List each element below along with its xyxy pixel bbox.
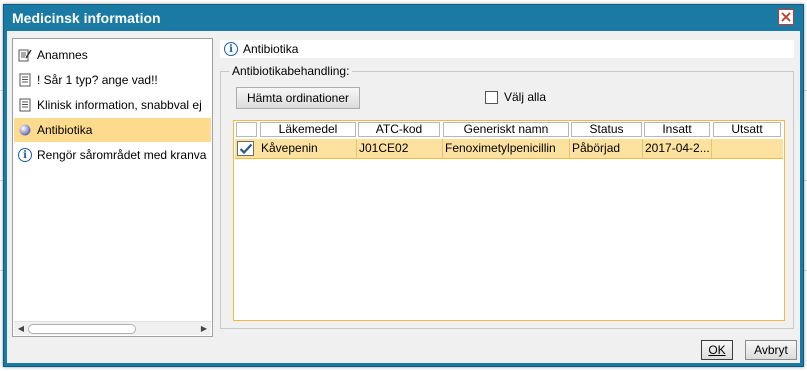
checkbox[interactable]: [485, 90, 498, 104]
window-title: Medicinsk information: [12, 10, 161, 26]
ok-button[interactable]: OK: [701, 340, 733, 360]
close-icon: [781, 12, 791, 22]
horizontal-scrollbar[interactable]: ◀ ▶: [14, 321, 211, 335]
column-header-generic-name[interactable]: Generiskt namn: [443, 122, 569, 137]
scrollbar-thumb[interactable]: [28, 324, 136, 334]
cell-lakemedel: Kåvepenin: [259, 139, 357, 158]
close-button[interactable]: [778, 9, 794, 25]
nav-item-label: Klinisk information, snabbval ej: [37, 98, 202, 112]
column-header-atc[interactable]: ATC-kod: [358, 122, 440, 137]
panel-header: i Antibiotika: [220, 40, 794, 58]
group-label: Antibiotikabehandling:: [229, 64, 353, 78]
document-list-icon: [18, 98, 32, 112]
nav-list: Anamnes ! Sår 1 typ? ange vad!! Klinisk …: [12, 38, 213, 337]
cell-status: Påbörjad: [570, 139, 643, 158]
nav-item-label: Antibiotika: [37, 123, 93, 137]
cell-atc: J01CE02: [357, 139, 443, 158]
cell-insatt: 2017-04-2...: [643, 139, 712, 158]
cell-utsatt: [712, 139, 784, 158]
column-header-status[interactable]: Status: [571, 122, 642, 137]
table-row[interactable]: Kåvepenin J01CE02 Fenoximetylpenicillin …: [235, 139, 783, 159]
column-header-lakemedel[interactable]: Läkemedel: [260, 122, 356, 137]
title-bar: Medicinsk information: [4, 5, 803, 31]
checkmark-icon: [239, 143, 252, 154]
select-all-label: Välj alla: [504, 90, 547, 104]
document-list-icon: [18, 73, 32, 87]
medication-table: Läkemedel ATC-kod Generiskt namn Status …: [233, 120, 785, 321]
dialog-content: Anamnes ! Sår 1 typ? ange vad!! Klinisk …: [7, 31, 800, 363]
nav-item-klinisk-information[interactable]: Klinisk information, snabbval ej: [14, 93, 211, 117]
info-icon: i: [224, 42, 238, 56]
row-checkbox[interactable]: [237, 141, 254, 156]
nav-item-sar[interactable]: ! Sår 1 typ? ange vad!!: [14, 68, 211, 92]
nav-item-label: ! Sår 1 typ? ange vad!!: [37, 73, 158, 87]
column-header-utsatt[interactable]: Utsatt: [713, 122, 781, 137]
sphere-icon: [18, 123, 32, 137]
nav-item-label: Rengör sårområdet med kranva: [37, 148, 207, 162]
nav-item-anamnes[interactable]: Anamnes: [14, 43, 211, 67]
cell-generic-name: Fenoximetylpenicillin: [443, 139, 570, 158]
edit-note-icon: [18, 48, 32, 62]
column-header-insatt[interactable]: Insatt: [644, 122, 710, 137]
dialog-window: Medicinsk information Anamnes ! Sår 1 ty…: [3, 4, 804, 367]
ok-button-label: OK: [708, 343, 726, 357]
select-all-checkbox[interactable]: Välj alla: [485, 90, 546, 104]
panel-title: Antibiotika: [243, 42, 299, 56]
fetch-orders-button[interactable]: Hämta ordinationer: [236, 87, 360, 109]
info-icon: i: [18, 148, 32, 162]
table-header: Läkemedel ATC-kod Generiskt namn Status …: [234, 121, 784, 138]
nav-item-antibiotika[interactable]: Antibiotika: [14, 118, 211, 142]
nav-item-label: Anamnes: [37, 48, 88, 62]
column-header-check[interactable]: [236, 122, 257, 137]
nav-item-rengor[interactable]: i Rengör sårområdet med kranva: [14, 143, 211, 167]
scroll-right-icon[interactable]: ▶: [199, 324, 209, 334]
antibiotic-treatment-group: Antibiotikabehandling: Hämta ordinatione…: [220, 64, 794, 329]
scroll-left-icon[interactable]: ◀: [16, 324, 26, 334]
cancel-button[interactable]: Avbryt: [745, 340, 797, 360]
